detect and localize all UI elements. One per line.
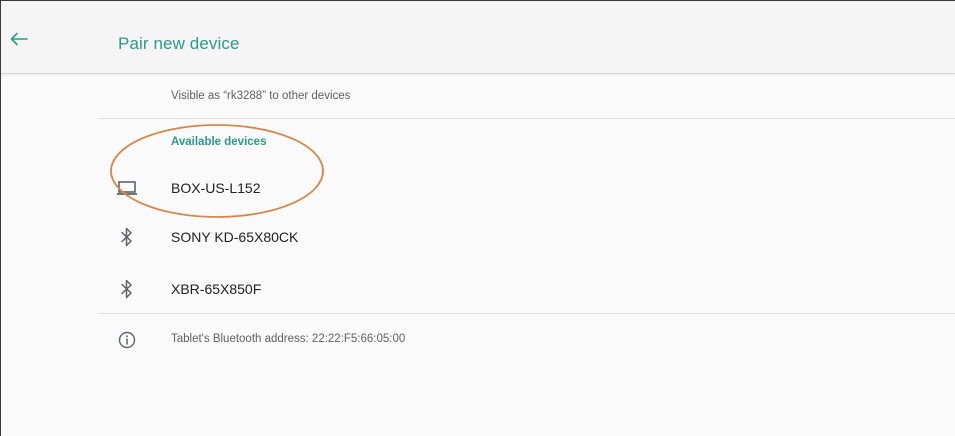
device-row-sony-kd-65x80ck[interactable]: SONY KD-65X80CK [98,215,955,259]
available-devices-header: Available devices [171,136,267,148]
device-label: BOX-US-L152 [171,180,261,196]
app-bar: Pair new device [1,1,955,74]
divider [98,313,955,314]
device-row-box-us-l152[interactable]: BOX-US-L152 [98,166,955,210]
device-row-xbr-65x850f[interactable]: XBR-65X850F [98,267,955,311]
device-label: XBR-65X850F [171,281,262,297]
bluetooth-icon [116,225,138,249]
info-icon [117,330,137,350]
bluetooth-address-text: Tablet's Bluetooth address: 22:22:F5:66:… [171,333,406,345]
bluetooth-icon [116,277,138,301]
back-button[interactable] [5,27,33,51]
screen: Pair new device Visible as “rk3288” to o… [0,0,955,436]
visible-as-text: Visible as “rk3288” to other devices [171,90,351,102]
divider [98,118,955,119]
arrow-left-icon [10,32,28,46]
page-title: Pair new device [118,34,240,53]
laptop-icon [116,176,138,200]
device-label: SONY KD-65X80CK [171,229,299,245]
bluetooth-address-row: Tablet's Bluetooth address: 22:22:F5:66:… [98,325,955,355]
